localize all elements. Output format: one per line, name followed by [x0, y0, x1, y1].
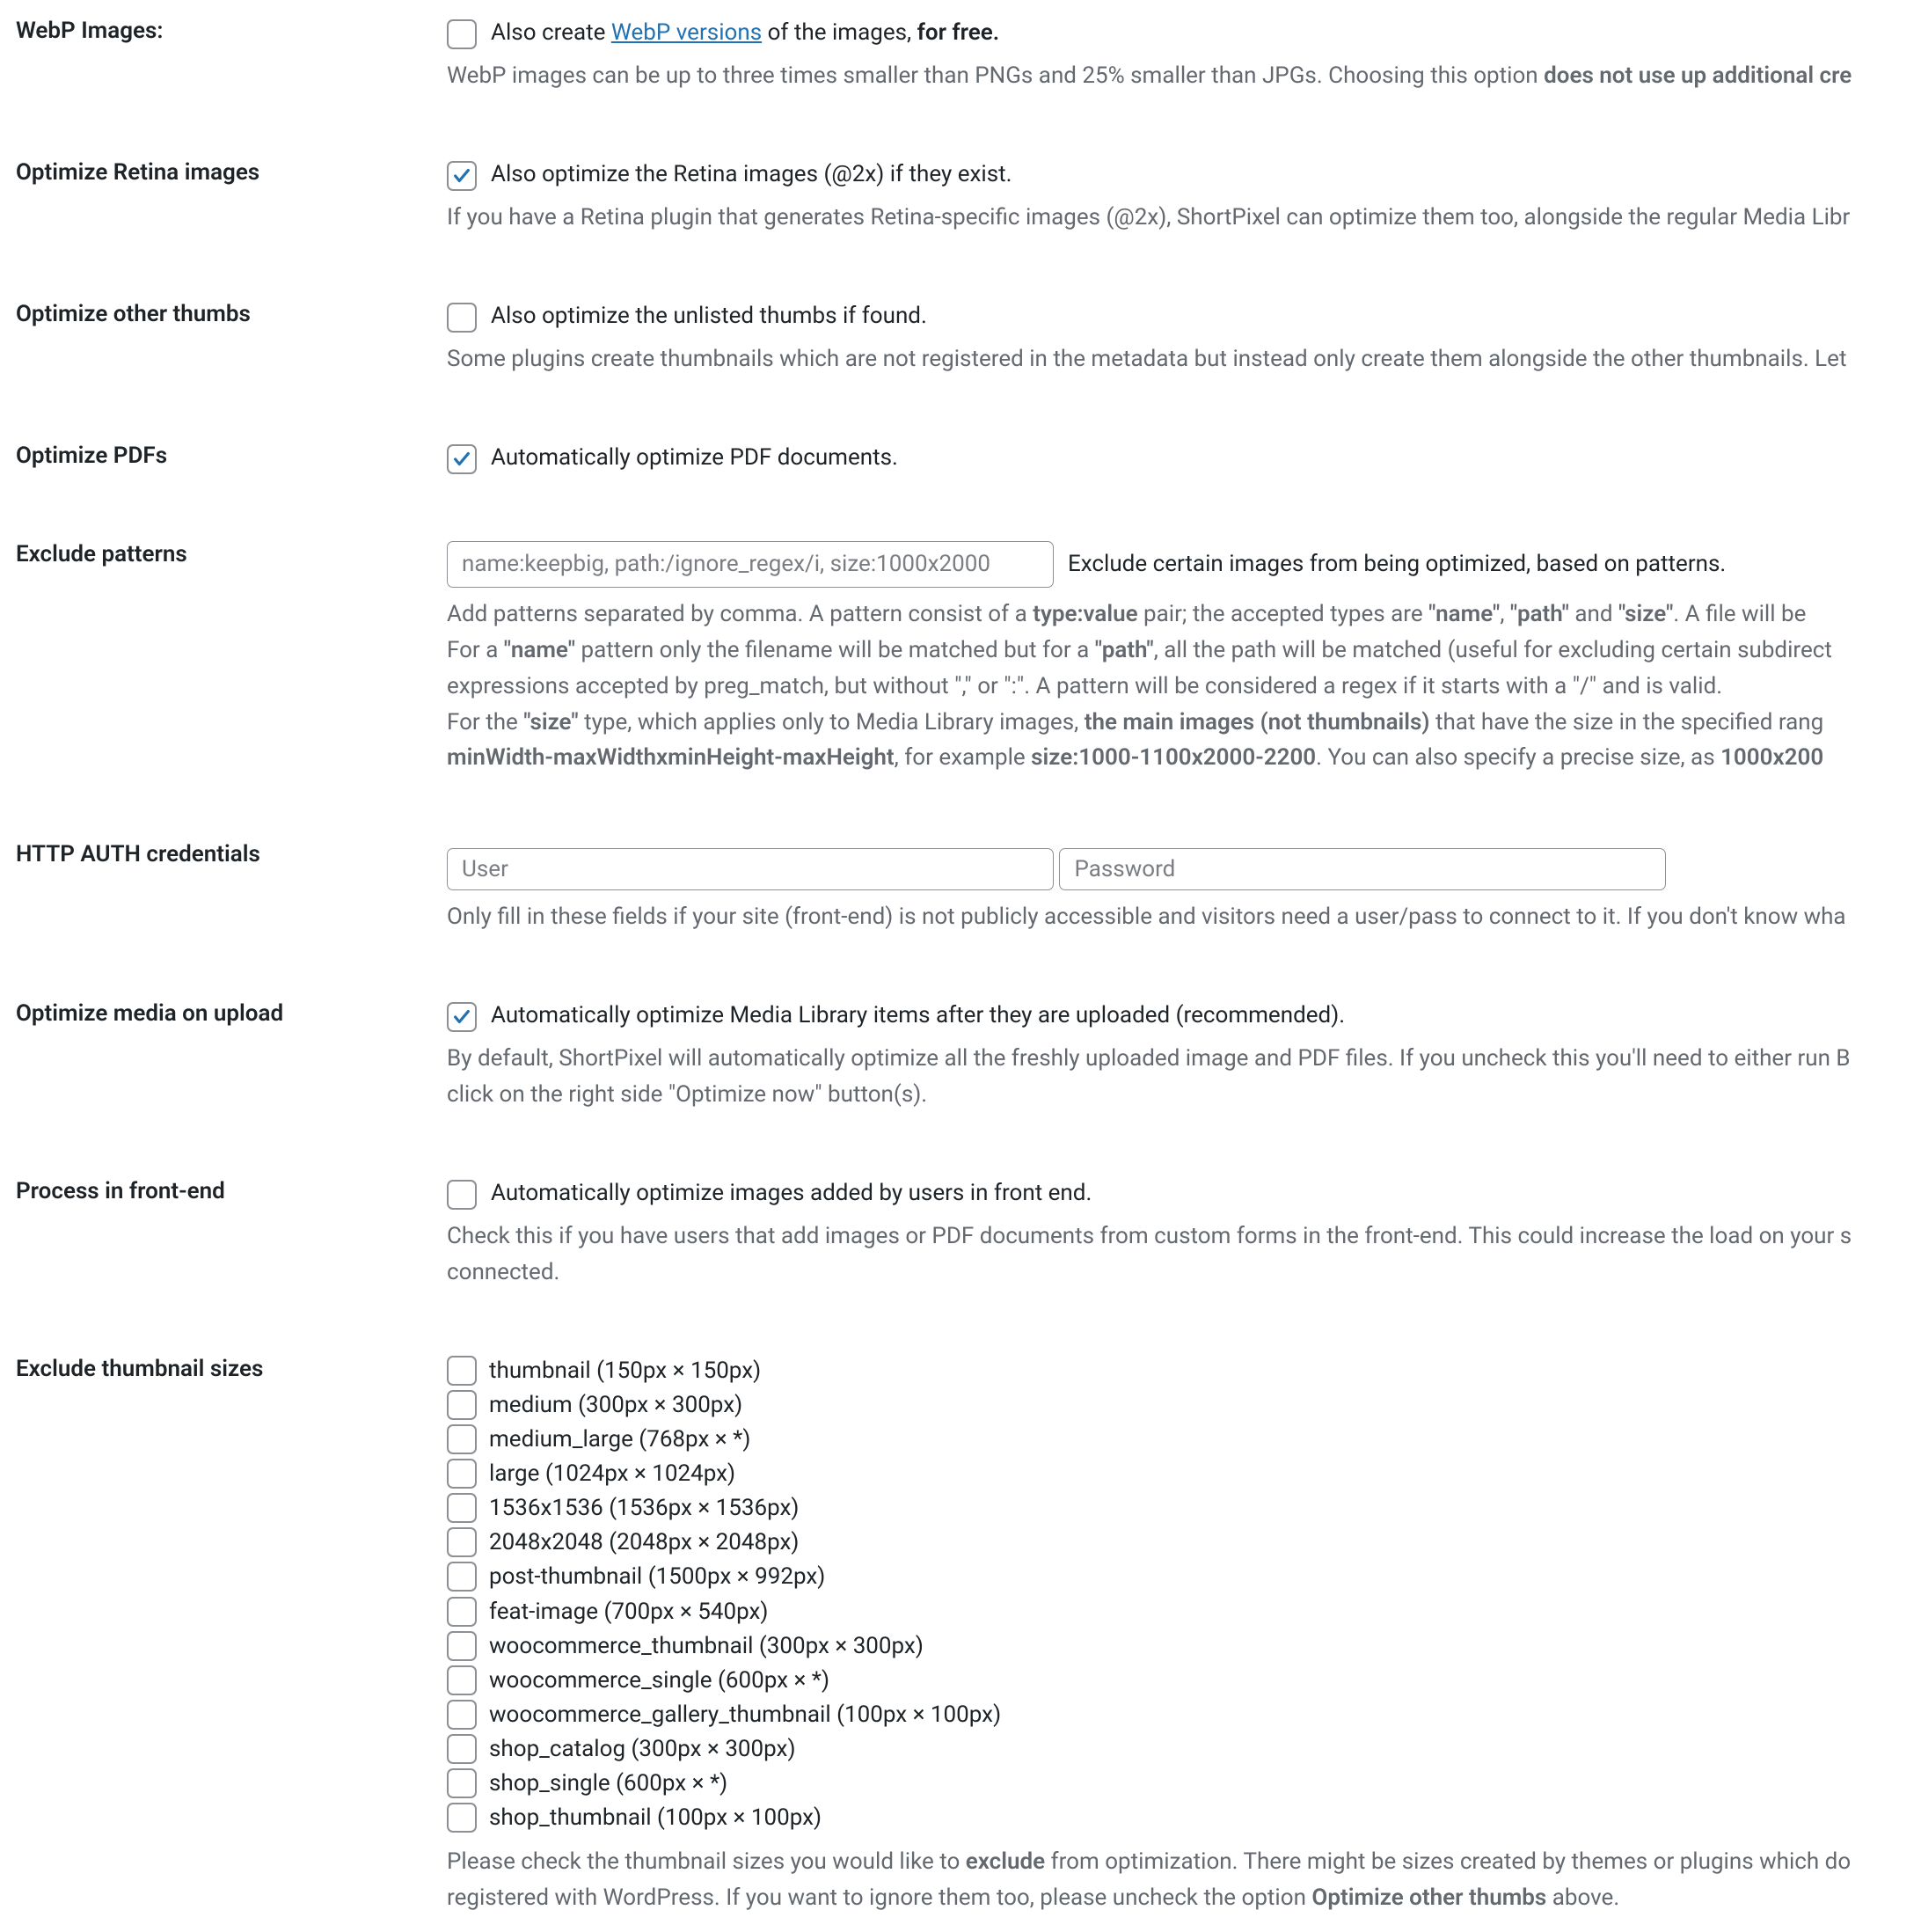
desc-thumb-sizes-1: Please check the thumbnail sizes you wou…	[447, 1846, 1921, 1878]
desc-exclude-3: expressions accepted by preg_match, but …	[447, 670, 1921, 703]
desc-on-upload-1: By default, ShortPixel will automaticall…	[447, 1043, 1921, 1075]
text-other-thumbs: Also optimize the unlisted thumbs if fou…	[491, 301, 927, 332]
thumb-size-item: feat-image (700px × 540px)	[447, 1597, 1921, 1628]
thumb-size-item: woocommerce_single (600px × *)	[447, 1665, 1921, 1696]
label-http-auth: HTTP AUTH credentials	[16, 841, 260, 867]
link-webp-versions[interactable]: WebP versions	[611, 19, 762, 46]
thumb-size-list: thumbnail (150px × 150px)medium (300px ×…	[447, 1356, 1921, 1833]
desc-exclude-4: For the "size" type, which applies only …	[447, 706, 1921, 739]
text-frontend: Automatically optimize images added by u…	[491, 1178, 1092, 1209]
text-pdf: Automatically optimize PDF documents.	[491, 443, 898, 473]
desc-http-auth: Only fill in these fields if your site (…	[447, 901, 1921, 933]
thumb-size-label: medium_large (768px × *)	[489, 1424, 750, 1455]
thumb-size-label: woocommerce_single (600px × *)	[489, 1665, 829, 1696]
thumb-size-label: shop_catalog (300px × 300px)	[489, 1734, 796, 1765]
text-webp: Also create WebP versions of the images,…	[491, 18, 999, 48]
desc-other-thumbs: Some plugins create thumbnails which are…	[447, 343, 1921, 376]
thumb-size-label: shop_thumbnail (100px × 100px)	[489, 1803, 822, 1833]
checkbox-thumb-size[interactable]	[447, 1527, 477, 1557]
thumb-size-label: 1536x1536 (1536px × 1536px)	[489, 1493, 800, 1524]
checkbox-on-upload[interactable]	[447, 1002, 477, 1032]
checkbox-thumb-size[interactable]	[447, 1665, 477, 1695]
thumb-size-label: medium (300px × 300px)	[489, 1390, 742, 1421]
row-on-upload: Optimize media on upload Automatically o…	[16, 1000, 1921, 1111]
thumb-size-label: shop_single (600px × *)	[489, 1768, 727, 1799]
checkbox-thumb-size[interactable]	[447, 1424, 477, 1454]
thumb-size-item: large (1024px × 1024px)	[447, 1459, 1921, 1489]
row-http-auth: HTTP AUTH credentials Only fill in these…	[16, 841, 1921, 933]
thumb-size-item: woocommerce_gallery_thumbnail (100px × 1…	[447, 1700, 1921, 1731]
thumb-size-item: medium_large (768px × *)	[447, 1424, 1921, 1455]
thumb-size-item: medium (300px × 300px)	[447, 1390, 1921, 1421]
thumb-size-item: 1536x1536 (1536px × 1536px)	[447, 1493, 1921, 1524]
label-frontend: Process in front-end	[16, 1178, 225, 1204]
checkbox-thumb-size[interactable]	[447, 1390, 477, 1420]
thumb-size-label: post-thumbnail (1500px × 992px)	[489, 1562, 825, 1592]
checkbox-webp[interactable]	[447, 19, 477, 49]
thumb-size-label: woocommerce_gallery_thumbnail (100px × 1…	[489, 1700, 1001, 1731]
row-pdf: Optimize PDFs Automatically optimize PDF…	[16, 443, 1921, 474]
row-frontend: Process in front-end Automatically optim…	[16, 1178, 1921, 1289]
checkbox-thumb-size[interactable]	[447, 1803, 477, 1833]
desc-exclude-5: minWidth-maxWidthxminHeight-maxHeight, f…	[447, 742, 1921, 774]
text-on-upload: Automatically optimize Media Library ite…	[491, 1000, 1345, 1031]
desc-frontend-1: Check this if you have users that add im…	[447, 1220, 1921, 1253]
row-webp: WebP Images: Also create WebP versions o…	[16, 18, 1921, 92]
desc-webp: WebP images can be up to three times sma…	[447, 60, 1921, 92]
checkbox-thumb-size[interactable]	[447, 1700, 477, 1730]
input-auth-password[interactable]	[1059, 848, 1666, 890]
label-retina: Optimize Retina images	[16, 159, 259, 186]
row-thumb-sizes: Exclude thumbnail sizes thumbnail (150px…	[16, 1356, 1921, 1914]
checkbox-thumb-size[interactable]	[447, 1768, 477, 1798]
checkbox-retina[interactable]	[447, 161, 477, 191]
desc-thumb-sizes-2: registered with WordPress. If you want t…	[447, 1882, 1921, 1914]
thumb-size-label: woocommerce_thumbnail (300px × 300px)	[489, 1631, 924, 1662]
thumb-size-item: post-thumbnail (1500px × 992px)	[447, 1562, 1921, 1592]
thumb-size-label: thumbnail (150px × 150px)	[489, 1356, 761, 1387]
thumb-size-item: shop_thumbnail (100px × 100px)	[447, 1803, 1921, 1833]
thumb-size-item: woocommerce_thumbnail (300px × 300px)	[447, 1631, 1921, 1662]
checkbox-thumb-size[interactable]	[447, 1597, 477, 1627]
input-exclude-patterns[interactable]	[447, 541, 1054, 588]
label-webp: WebP Images:	[16, 18, 163, 44]
thumb-size-item: 2048x2048 (2048px × 2048px)	[447, 1527, 1921, 1558]
text-retina: Also optimize the Retina images (@2x) if…	[491, 159, 1012, 190]
row-other-thumbs: Optimize other thumbs Also optimize the …	[16, 301, 1921, 376]
input-auth-user[interactable]	[447, 848, 1054, 890]
thumb-size-label: large (1024px × 1024px)	[489, 1459, 735, 1489]
desc-frontend-2: connected.	[447, 1256, 1921, 1289]
checkbox-other-thumbs[interactable]	[447, 303, 477, 333]
thumb-size-item: shop_catalog (300px × 300px)	[447, 1734, 1921, 1765]
thumb-size-item: shop_single (600px × *)	[447, 1768, 1921, 1799]
checkbox-thumb-size[interactable]	[447, 1562, 477, 1592]
desc-exclude-2: For a "name" pattern only the filename w…	[447, 634, 1921, 667]
checkbox-frontend[interactable]	[447, 1180, 477, 1210]
label-thumb-sizes: Exclude thumbnail sizes	[16, 1356, 263, 1382]
checkbox-thumb-size[interactable]	[447, 1356, 477, 1386]
thumb-size-item: thumbnail (150px × 150px)	[447, 1356, 1921, 1387]
checkbox-thumb-size[interactable]	[447, 1459, 477, 1489]
thumb-size-label: feat-image (700px × 540px)	[489, 1597, 768, 1628]
desc-retina: If you have a Retina plugin that generat…	[447, 201, 1921, 234]
label-on-upload: Optimize media on upload	[16, 1000, 283, 1027]
label-other-thumbs: Optimize other thumbs	[16, 301, 251, 327]
label-pdf: Optimize PDFs	[16, 443, 167, 469]
row-exclude-patterns: Exclude patterns Exclude certain images …	[16, 541, 1921, 775]
settings-form: WebP Images: Also create WebP versions o…	[0, 0, 1921, 1932]
checkbox-pdf[interactable]	[447, 444, 477, 474]
label-exclude-patterns: Exclude patterns	[16, 541, 187, 567]
desc-on-upload-2: click on the right side "Optimize now" b…	[447, 1079, 1921, 1111]
row-retina: Optimize Retina images Also optimize the…	[16, 159, 1921, 234]
checkbox-thumb-size[interactable]	[447, 1631, 477, 1661]
text-exclude-after: Exclude certain images from being optimi…	[1068, 549, 1726, 580]
thumb-size-label: 2048x2048 (2048px × 2048px)	[489, 1527, 800, 1558]
checkbox-thumb-size[interactable]	[447, 1493, 477, 1523]
desc-exclude-1: Add patterns separated by comma. A patte…	[447, 598, 1921, 631]
checkbox-thumb-size[interactable]	[447, 1734, 477, 1764]
